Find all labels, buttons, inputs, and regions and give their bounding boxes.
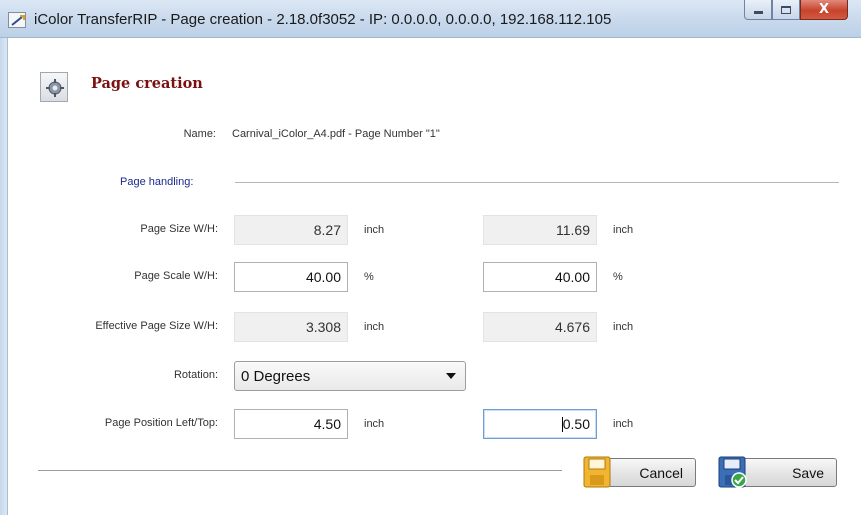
minimize-icon	[753, 11, 763, 14]
window-left-frame	[0, 38, 8, 515]
cancel-label: Cancel	[639, 465, 683, 481]
page-width-field: 8.27	[234, 215, 348, 245]
position-left-unit: inch	[364, 418, 385, 430]
page-height-field: 11.69	[483, 215, 597, 245]
position-left-input[interactable]: 4.50	[234, 409, 348, 439]
page-handling-section-label: Page handling:	[120, 176, 194, 188]
rotation-label: Rotation:	[173, 369, 218, 381]
scale-width-input[interactable]: 40.00	[234, 262, 348, 292]
page-scale-label: Page Scale W/H:	[134, 270, 218, 282]
dropdown-arrow-icon	[446, 373, 456, 379]
rotation-selected-value: 0 Degrees	[241, 367, 311, 385]
effective-width-field: 3.308	[234, 312, 348, 342]
scale-height-input[interactable]: 40.00	[483, 262, 597, 292]
position-top-input[interactable]: 0.50	[483, 409, 597, 439]
save-button[interactable]: Save	[718, 456, 837, 488]
effective-width-unit: inch	[364, 321, 385, 333]
window-titlebar: iColor TransferRIP - Page creation - 2.1…	[0, 0, 861, 38]
gear-document-icon	[40, 72, 68, 102]
name-label: Name:	[183, 128, 216, 140]
maximize-button[interactable]	[772, 0, 800, 20]
position-label: Page Position Left/Top:	[104, 417, 218, 429]
app-icon	[8, 12, 26, 28]
page-width-unit: inch	[364, 224, 385, 236]
section-divider	[235, 182, 839, 183]
name-value: Carnival_iColor_A4.pdf - Page Number "1"	[232, 128, 440, 140]
page-height-unit: inch	[613, 224, 634, 236]
effective-size-label: Effective Page Size W/H:	[95, 320, 218, 332]
effective-height-field: 4.676	[483, 312, 597, 342]
position-top-unit: inch	[613, 418, 634, 430]
effective-height-unit: inch	[613, 321, 634, 333]
bottom-divider	[38, 470, 562, 471]
window-controls: X	[744, 0, 848, 23]
save-label: Save	[792, 465, 824, 481]
maximize-icon	[781, 5, 791, 14]
cancel-button[interactable]: Cancel	[583, 456, 696, 488]
close-button[interactable]: X	[800, 0, 848, 20]
page-size-label: Page Size W/H:	[140, 223, 218, 235]
minimize-button[interactable]	[744, 0, 772, 20]
page-title: Page creation	[91, 75, 203, 92]
text-caret	[561, 416, 563, 432]
window-title: iColor TransferRIP - Page creation - 2.1…	[34, 11, 612, 28]
scale-width-unit: %	[364, 271, 374, 283]
scale-height-unit: %	[613, 271, 623, 283]
close-icon: X	[818, 2, 830, 17]
save-icon	[718, 456, 747, 488]
cancel-icon	[583, 456, 611, 488]
rotation-dropdown[interactable]: 0 Degrees	[234, 361, 466, 391]
